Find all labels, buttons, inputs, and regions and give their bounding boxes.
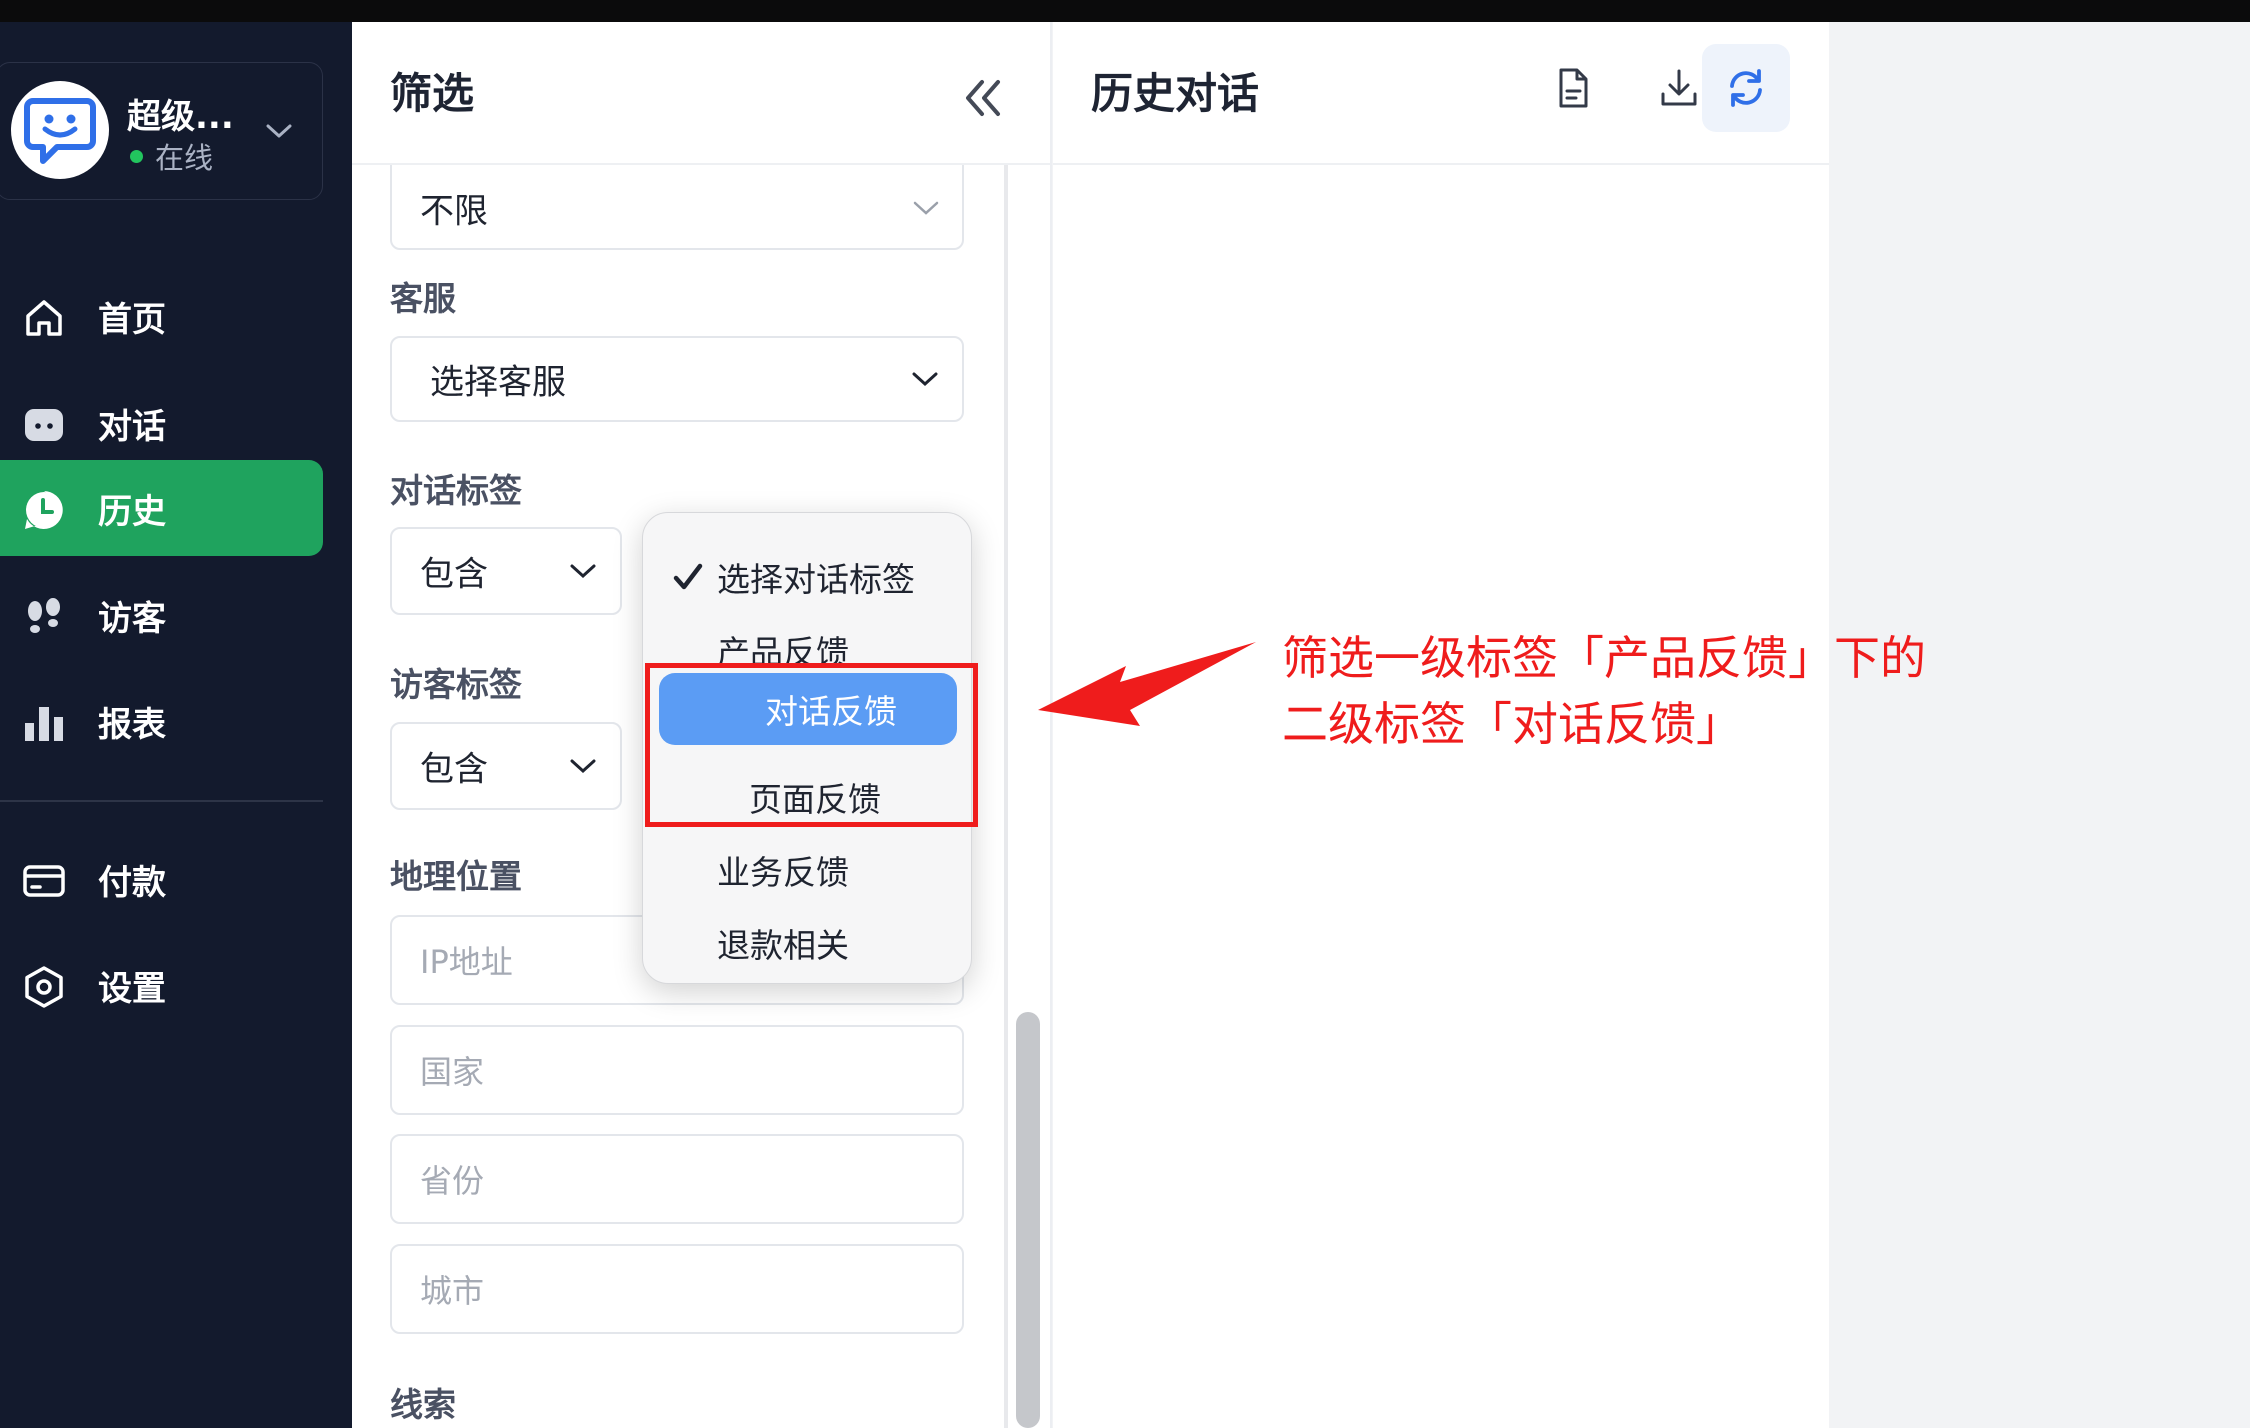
window-top-bar (0, 0, 2250, 22)
sidebar-item-label: 设置 (98, 969, 166, 1009)
online-status-dot (130, 150, 143, 163)
sidebar-item-reports[interactable]: 报表 (0, 673, 323, 769)
input-placeholder: 省份 (420, 1162, 485, 1200)
conversation-tag-mode-select[interactable]: 包含 (390, 527, 622, 615)
annotation-line-2: 二级标签「对话反馈」 (1282, 697, 1742, 751)
document-button[interactable] (1529, 44, 1617, 132)
filter-header: 筛选 (352, 22, 1050, 165)
settings-icon (25, 966, 63, 1008)
checkmark-icon (673, 563, 703, 590)
dropdown-item-business-feedback[interactable]: 业务反馈 (643, 836, 973, 904)
conversation-tag-label: 对话标签 (390, 471, 522, 510)
refresh-icon (1730, 69, 1762, 107)
chevron-down-icon (913, 201, 939, 215)
bot-logo-icon (24, 98, 96, 164)
dropdown-item-label: 选择对话标签 (717, 560, 915, 599)
country-input[interactable]: 国家 (390, 1025, 964, 1115)
sidebar-item-chat[interactable]: 对话 (0, 375, 323, 471)
chevron-down-icon (266, 124, 292, 138)
history-title: 历史对话 (1091, 69, 1260, 118)
footprint-icon (28, 598, 60, 633)
sidebar-item-label: 历史 (98, 492, 166, 532)
sidebar-item-label: 付款 (98, 863, 166, 903)
collapse-left-icon[interactable] (952, 68, 1012, 128)
sidebar-item-label: 首页 (98, 300, 166, 340)
history-icon (25, 491, 63, 529)
input-placeholder: 城市 (420, 1272, 485, 1310)
chevron-down-icon (570, 759, 596, 774)
select-value: 不限 (420, 191, 488, 232)
sidebar-item-history[interactable]: 历史 (0, 460, 323, 556)
input-placeholder: 国家 (420, 1053, 485, 1091)
agent-label: 客服 (390, 279, 456, 318)
geo-label: 地理位置 (390, 857, 522, 896)
scrollbar-thumb[interactable] (1016, 1012, 1040, 1428)
city-input[interactable]: 城市 (390, 1244, 964, 1334)
dropdown-item-refund[interactable]: 退款相关 (643, 909, 973, 977)
leads-label: 线索 (390, 1385, 456, 1424)
download-icon (1661, 69, 1697, 106)
visitor-tag-mode-select[interactable]: 包含 (390, 722, 622, 810)
chevron-down-icon (570, 564, 596, 579)
history-header: 历史对话 (1053, 22, 1829, 165)
refresh-button[interactable] (1702, 44, 1790, 132)
sidebar-item-settings[interactable]: 设置 (0, 937, 323, 1033)
scrollbar-track (1004, 165, 1008, 1428)
annotation-line-1: 筛选一级标签「产品反馈」下的 (1282, 631, 1926, 685)
document-icon (1559, 68, 1588, 108)
agent-select[interactable]: 选择客服 (390, 336, 964, 422)
dropdown-item-select-tag[interactable]: 选择对话标签 (643, 543, 973, 611)
input-placeholder: IP地址 (420, 943, 513, 981)
account-status: 在线 (155, 141, 214, 175)
annotation-arrow-icon (1038, 642, 1256, 726)
filter-title: 筛选 (390, 69, 475, 118)
nav-divider (0, 800, 323, 802)
chevron-down-icon (912, 372, 938, 387)
credit-card-icon (23, 865, 65, 897)
select-value: 包含 (420, 749, 488, 790)
dropdown-item-label: 业务反馈 (717, 853, 849, 892)
account-switcher[interactable]: 超级... 在线 (0, 62, 323, 200)
sidebar-item-label: 访客 (98, 599, 166, 639)
dropdown-item-label: 退款相关 (717, 926, 849, 965)
account-name: 超级... (127, 97, 234, 137)
bar-chart-icon (25, 707, 63, 741)
sidebar-item-home[interactable]: 首页 (0, 268, 323, 364)
annotation-text: 筛选一级标签「产品反馈」下的 二级标签「对话反馈」 (1282, 625, 1926, 757)
chat-icon (25, 409, 63, 441)
province-input[interactable]: 省份 (390, 1134, 964, 1224)
annotation-highlight-box (645, 663, 978, 827)
sidebar-item-visitors[interactable]: 访客 (0, 567, 323, 663)
avatar (11, 81, 109, 179)
visitor-tag-label: 访客标签 (390, 665, 522, 704)
sidebar-item-payment[interactable]: 付款 (0, 831, 323, 927)
sidebar-item-label: 对话 (98, 407, 166, 447)
sidebar-item-label: 报表 (98, 705, 166, 745)
select-value: 选择客服 (430, 362, 566, 403)
select-value: 包含 (420, 554, 488, 595)
sidebar: 超级... 在线 首页 对话 历史 访客 报表 付款 设置 (0, 22, 352, 1428)
home-icon (26, 300, 62, 336)
